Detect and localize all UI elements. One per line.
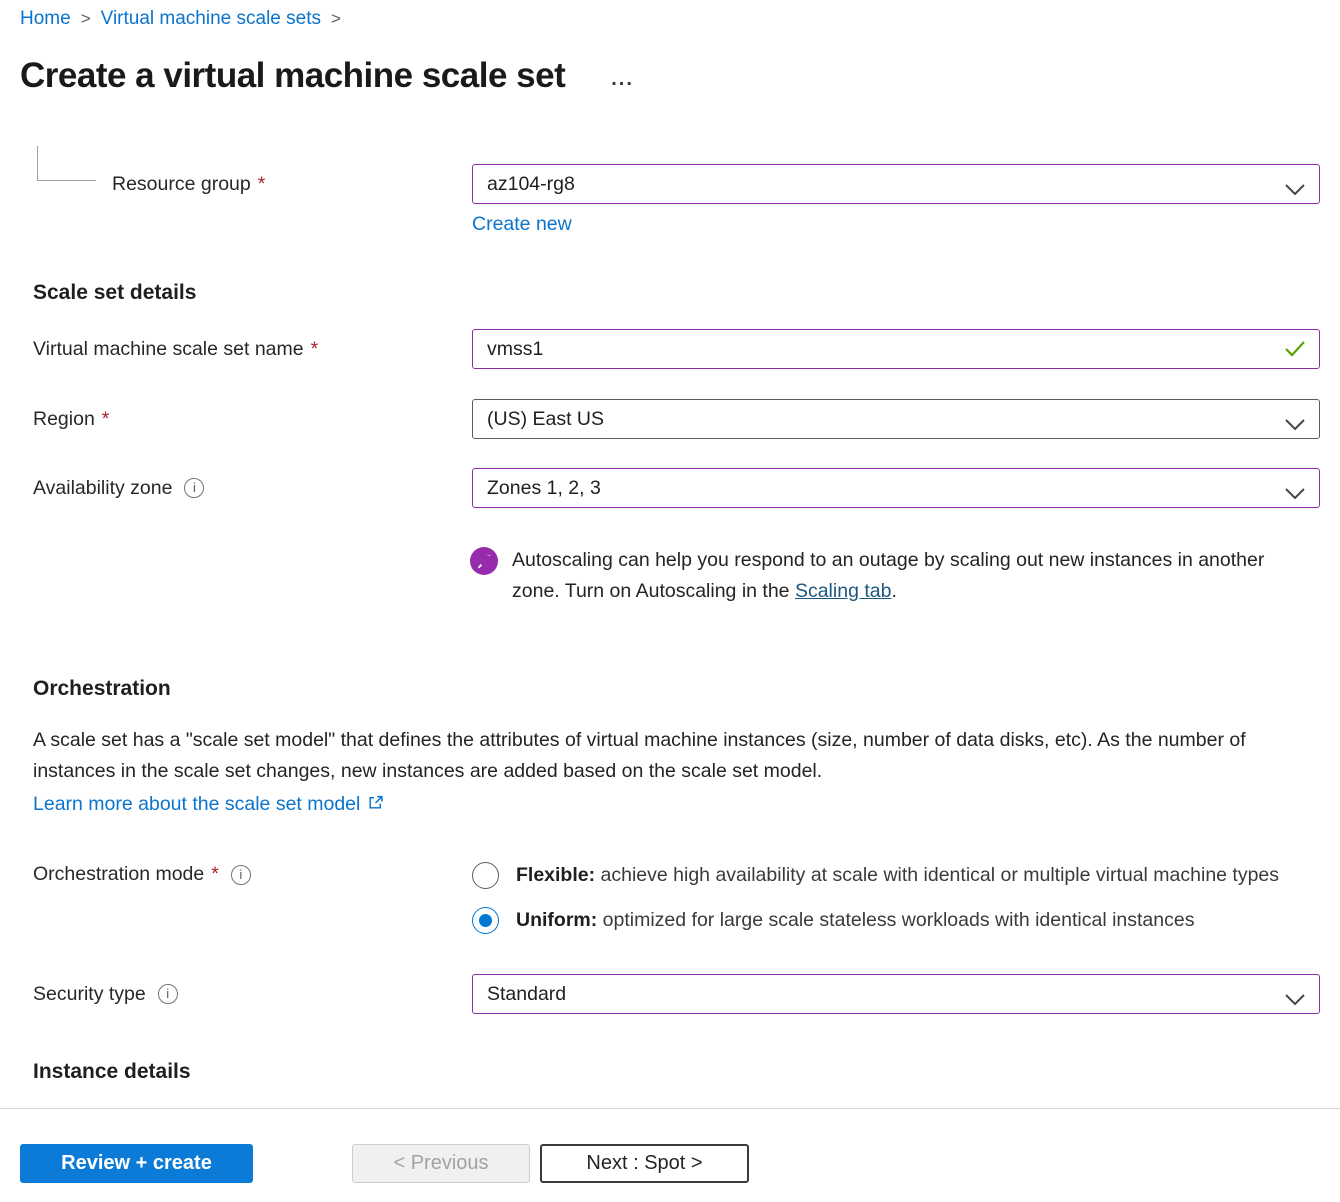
orchestration-mode-label-text: Orchestration mode: [33, 863, 204, 886]
next-spot-button[interactable]: Next : Spot >: [540, 1144, 749, 1183]
more-options-ellipsis-button[interactable]: ...: [611, 68, 634, 84]
breadcrumb-separator: >: [81, 9, 91, 28]
security-type-select[interactable]: Standard: [472, 974, 1320, 1014]
autoscaling-note-after: .: [891, 580, 896, 602]
availability-zone-select[interactable]: Zones 1, 2, 3: [472, 468, 1320, 508]
create-new-row: Create new: [472, 213, 1340, 236]
title-row: Create a virtual machine scale set ...: [20, 56, 634, 96]
section-heading-orchestration: Orchestration: [33, 677, 1340, 701]
security-type-row: Security type i Standard: [0, 974, 1340, 1014]
orchestration-mode-options: Flexible: achieve high availability at s…: [472, 860, 1320, 936]
uniform-option-name: Uniform:: [516, 909, 597, 931]
required-asterisk: *: [211, 863, 219, 886]
autoscaling-note-text: Autoscaling can help you respond to an o…: [512, 545, 1274, 607]
flexible-option-desc: achieve high availability at scale with …: [595, 864, 1279, 886]
resource-group-select[interactable]: az104-rg8: [472, 164, 1320, 204]
availability-zone-label: Availability zone i: [33, 477, 472, 500]
breadcrumb-home-link[interactable]: Home: [20, 8, 71, 29]
vmss-name-label-text: Virtual machine scale set name: [33, 338, 304, 361]
orchestration-description: A scale set has a "scale set model" that…: [33, 725, 1325, 787]
resource-group-label: Resource group *: [33, 173, 472, 196]
breadcrumb: Home > Virtual machine scale sets >: [20, 8, 351, 30]
radio-circle-flexible: [472, 862, 499, 889]
rocket-icon: [470, 547, 498, 575]
radio-option-flexible[interactable]: Flexible: achieve high availability at s…: [472, 860, 1320, 891]
region-value: (US) East US: [487, 408, 604, 431]
resource-group-row: Resource group * az104-rg8: [0, 164, 1340, 204]
security-type-value: Standard: [487, 983, 566, 1006]
flexible-option-name: Flexible:: [516, 864, 595, 886]
wizard-footer: Review + create < Previous Next : Spot >: [0, 1108, 1340, 1202]
resource-group-label-text: Resource group: [112, 173, 251, 196]
chevron-down-icon: [1284, 989, 1306, 1012]
learn-more-link-text: Learn more about the scale set model: [33, 790, 360, 819]
create-vmss-page: Home > Virtual machine scale sets > Create …: [0, 0, 1340, 1202]
resource-group-value: az104-rg8: [487, 173, 575, 196]
radio-option-uniform[interactable]: Uniform: optimized for large scale state…: [472, 905, 1320, 936]
required-asterisk: *: [102, 408, 110, 431]
vmss-name-value: vmss1: [487, 338, 543, 361]
region-label: Region *: [33, 408, 472, 431]
previous-button[interactable]: < Previous: [352, 1144, 530, 1183]
region-select[interactable]: (US) East US: [472, 399, 1320, 439]
vmss-name-input[interactable]: vmss1: [472, 329, 1320, 369]
external-link-icon: [367, 791, 384, 820]
flexible-option-text: Flexible: achieve high availability at s…: [516, 860, 1306, 891]
section-heading-scale-set-details: Scale set details: [33, 281, 1340, 305]
chevron-down-icon: [1284, 179, 1306, 202]
info-icon[interactable]: i: [184, 478, 204, 498]
orchestration-mode-label: Orchestration mode * i: [33, 863, 472, 886]
availability-zone-row: Availability zone i Zones 1, 2, 3: [0, 468, 1340, 508]
radio-circle-uniform: [472, 907, 499, 934]
region-row: Region * (US) East US: [0, 399, 1340, 439]
security-type-label-text: Security type: [33, 983, 146, 1006]
availability-zone-value: Zones 1, 2, 3: [487, 477, 601, 500]
uniform-option-desc: optimized for large scale stateless work…: [597, 909, 1194, 931]
vmss-name-row: Virtual machine scale set name * vmss1: [0, 329, 1340, 369]
uniform-option-text: Uniform: optimized for large scale state…: [516, 905, 1306, 936]
scaling-tab-link[interactable]: Scaling tab: [795, 580, 891, 602]
learn-more-link[interactable]: Learn more about the scale set model: [33, 789, 384, 820]
info-icon[interactable]: i: [158, 984, 178, 1004]
learn-more-row: Learn more about the scale set model: [33, 789, 1340, 820]
required-asterisk: *: [311, 338, 319, 361]
region-label-text: Region: [33, 408, 95, 431]
vmss-name-label: Virtual machine scale set name *: [33, 338, 472, 361]
security-type-label: Security type i: [33, 983, 472, 1006]
autoscaling-note: Autoscaling can help you respond to an o…: [470, 545, 1340, 607]
orchestration-mode-row: Orchestration mode * i Flexible: achieve…: [0, 860, 1340, 936]
valid-check-icon: [1283, 339, 1307, 365]
availability-zone-label-text: Availability zone: [33, 477, 172, 500]
breadcrumb-vmss-link[interactable]: Virtual machine scale sets: [101, 8, 321, 29]
footer-buttons: Review + create < Previous Next : Spot >: [0, 1109, 1340, 1183]
review-create-button[interactable]: Review + create: [20, 1144, 253, 1183]
page-title: Create a virtual machine scale set: [20, 56, 565, 96]
chevron-down-icon: [1284, 483, 1306, 506]
chevron-down-icon: [1284, 414, 1306, 437]
breadcrumb-separator: >: [331, 9, 341, 28]
create-new-link[interactable]: Create new: [472, 213, 572, 235]
basics-form: Resource group * az104-rg8 Create new Sc…: [0, 164, 1340, 1084]
info-icon[interactable]: i: [231, 865, 251, 885]
section-heading-instance-details: Instance details: [33, 1060, 1340, 1084]
required-asterisk: *: [258, 173, 266, 196]
